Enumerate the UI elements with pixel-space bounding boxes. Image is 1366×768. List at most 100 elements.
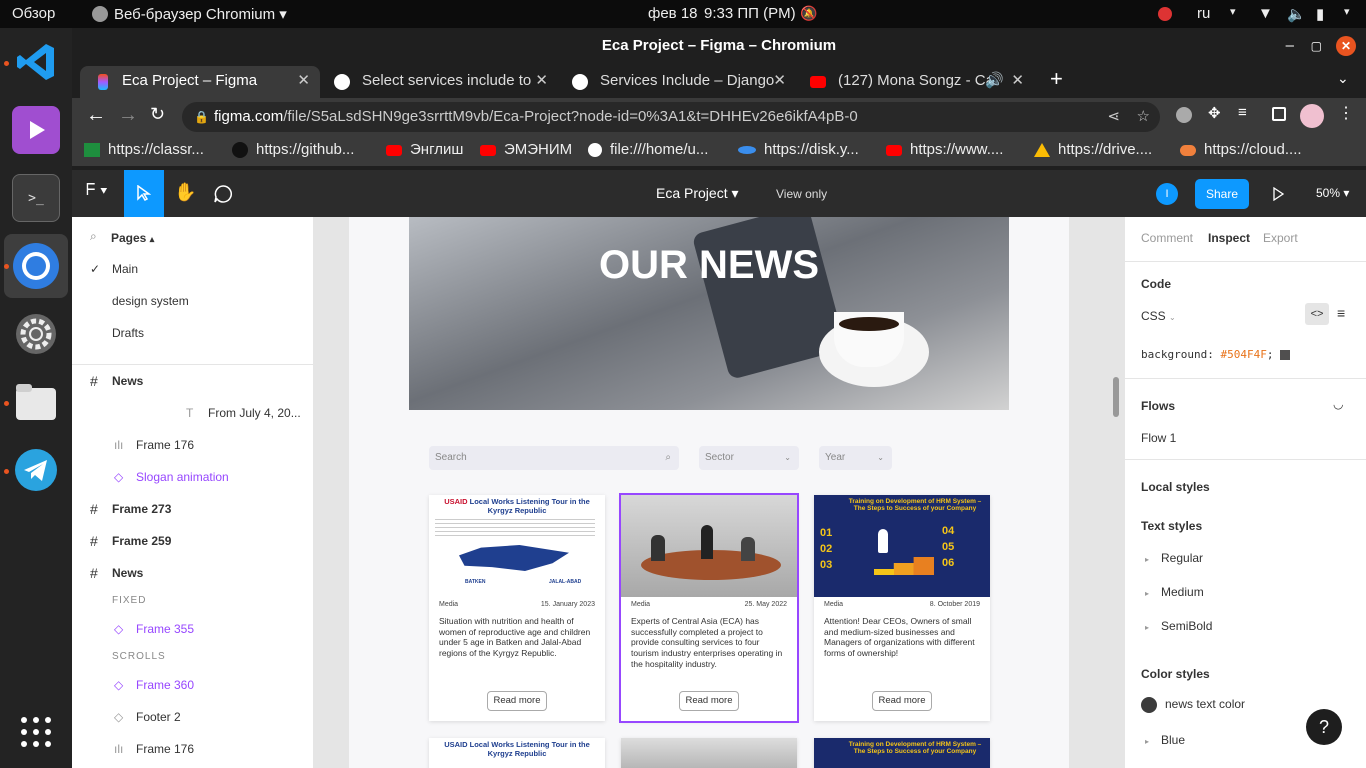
- help-button[interactable]: ?: [1306, 709, 1342, 745]
- tab-search-chevron-icon[interactable]: ⌄: [1337, 70, 1349, 87]
- tab-close-icon[interactable]: ✕: [1011, 66, 1024, 96]
- tab-youtube[interactable]: (127) Mona Songz - Са 🔊 ✕: [796, 66, 1034, 98]
- search-icon[interactable]: ⌕: [90, 229, 97, 244]
- layer-slogan-animation[interactable]: ◇ Slogan animation: [72, 461, 313, 493]
- pages-header[interactable]: Pages ▴: [111, 231, 154, 245]
- back-arrow-icon[interactable]: ←: [86, 104, 106, 127]
- settings-gear-icon[interactable]: [12, 310, 60, 358]
- tab-close-icon[interactable]: ✕: [297, 66, 310, 96]
- layer-text-from-july[interactable]: T From July 4, 20...: [72, 397, 313, 429]
- file-name-menu[interactable]: Eca Project ▾: [656, 185, 739, 202]
- layer-frame-273[interactable]: # Frame 273: [72, 493, 313, 525]
- layer-frame-176-2[interactable]: ılı Frame 176: [72, 733, 313, 765]
- text-style-regular[interactable]: ▸ Regular: [1145, 551, 1203, 565]
- design-year-select: Year ⌄: [819, 446, 892, 470]
- app-menu[interactable]: Веб-браузер Chromium ▾: [114, 5, 287, 23]
- maximize-icon[interactable]: ▢: [1311, 28, 1322, 64]
- side-panel-icon[interactable]: [1272, 107, 1286, 121]
- tab-export[interactable]: Export: [1263, 231, 1298, 245]
- language-indicator[interactable]: ru: [1197, 5, 1210, 22]
- address-bar[interactable]: 🔒 figma.com/file/S5aLsdSHN9ge3srrttM9vb/…: [182, 102, 1160, 132]
- new-tab-icon[interactable]: +: [1050, 66, 1063, 92]
- show-apps-grid-icon[interactable]: [12, 708, 60, 756]
- bookmark-github[interactable]: https://github...: [232, 141, 354, 159]
- share-button[interactable]: Share: [1195, 179, 1249, 209]
- tab-label: Eca Project – Figma: [122, 72, 258, 89]
- extension-icon[interactable]: [1176, 107, 1192, 123]
- color-style-news-text[interactable]: news text color: [1141, 697, 1245, 713]
- list-view-icon[interactable]: ≡: [1337, 305, 1345, 321]
- bookmark-drive[interactable]: https://drive....: [1034, 141, 1152, 158]
- tab-comment[interactable]: Comment: [1141, 231, 1193, 245]
- minimize-icon[interactable]: –: [1286, 28, 1294, 64]
- volume-icon[interactable]: 🔈: [1287, 5, 1306, 23]
- bookmark-disk[interactable]: https://disk.y...: [738, 141, 859, 158]
- tab-close-icon[interactable]: ✕: [773, 66, 786, 96]
- chromium-icon[interactable]: [12, 242, 60, 290]
- reload-icon[interactable]: ↻: [150, 104, 165, 125]
- comment-tool-icon[interactable]: [214, 185, 232, 203]
- tab-inspect[interactable]: Inspect: [1208, 231, 1250, 245]
- bookmark-classroom[interactable]: https://classr...: [84, 141, 204, 158]
- hand-tool-icon[interactable]: ✋: [174, 182, 196, 203]
- toolbar: ← → ↻ 🔒 figma.com/file/S5aLsdSHN9ge3srrt…: [72, 98, 1366, 136]
- figma-canvas[interactable]: OUR NEWS Search ⌕ Sector ⌄ Year ⌄ USAID Loc…: [313, 217, 1125, 768]
- code-view-icon[interactable]: <>: [1305, 303, 1329, 325]
- forward-arrow-icon[interactable]: →: [118, 104, 138, 127]
- battery-icon[interactable]: ▮: [1316, 5, 1324, 23]
- zoom-menu[interactable]: 50% ▾: [1316, 186, 1349, 200]
- dnd-bell-icon[interactable]: 🔕: [800, 5, 817, 22]
- bookmark-youtube[interactable]: https://www....: [886, 141, 1003, 158]
- text-style-semibold[interactable]: ▸ SemiBold: [1145, 619, 1212, 633]
- files-icon[interactable]: [12, 378, 60, 426]
- present-play-icon[interactable]: [1272, 187, 1284, 201]
- page-item-drafts[interactable]: Drafts: [72, 317, 313, 349]
- color-style-blue[interactable]: ▸ Blue: [1145, 733, 1185, 747]
- tab-figma[interactable]: Eca Project – Figma ✕: [80, 66, 320, 98]
- page-item-main[interactable]: ✓ Main: [72, 253, 313, 285]
- layer-frame-360[interactable]: ◇ Frame 360: [72, 669, 313, 701]
- terminal-icon[interactable]: >_: [12, 174, 60, 222]
- move-tool-button[interactable]: [124, 170, 164, 217]
- bookmark-file[interactable]: file:///home/u...: [588, 141, 708, 158]
- figma-main-menu-icon[interactable]: ᖴ ▾: [86, 182, 108, 200]
- hide-eye-icon[interactable]: ◡: [1333, 397, 1343, 411]
- layer-frame-176[interactable]: ılı Frame 176: [72, 429, 313, 461]
- tab-close-icon[interactable]: ✕: [535, 66, 548, 96]
- browser-menu-icon[interactable]: ⋮: [1338, 103, 1354, 123]
- bookmark-star-icon[interactable]: ☆: [1137, 102, 1150, 132]
- tab-django[interactable]: Services Include – Django ✕: [558, 66, 796, 98]
- coffee-shape: [839, 317, 899, 331]
- extensions-puzzle-icon[interactable]: ✥: [1208, 104, 1221, 122]
- component-diamond-icon: ◇: [114, 678, 124, 692]
- layer-news[interactable]: # News: [72, 365, 313, 397]
- bookmark-cloud[interactable]: https://cloud....: [1180, 141, 1302, 158]
- media-queue-icon[interactable]: ≡: [1238, 104, 1247, 121]
- share-page-icon[interactable]: ⋖: [1107, 102, 1120, 132]
- clock-time[interactable]: 9:33 ПП (PM): [704, 5, 796, 22]
- tab-audio-icon[interactable]: 🔊: [985, 66, 1004, 96]
- page-item-design-system[interactable]: design system: [72, 285, 313, 317]
- text-style-medium[interactable]: ▸ Medium: [1145, 585, 1204, 599]
- user-avatar[interactable]: I: [1156, 183, 1178, 205]
- telegram-icon[interactable]: [12, 446, 60, 494]
- profile-avatar[interactable]: [1300, 104, 1324, 128]
- activities-button[interactable]: Обзор: [12, 5, 55, 22]
- tab-select-services[interactable]: Select services include to ✕: [320, 66, 558, 98]
- vscode-icon[interactable]: [12, 38, 60, 86]
- tray-app-icon[interactable]: [1158, 7, 1172, 21]
- code-language-select[interactable]: CSS ⌄: [1141, 309, 1176, 323]
- media-player-icon[interactable]: [12, 106, 60, 154]
- flow-item[interactable]: Flow 1: [1141, 431, 1176, 445]
- system-menu-chevron-icon[interactable]: ▾: [1344, 5, 1350, 18]
- color-swatch: [1280, 350, 1291, 360]
- bookmark-english[interactable]: Энглиш: [386, 141, 463, 158]
- bookmark-eminem[interactable]: ЭМЭНИМ: [480, 141, 572, 158]
- clock-date[interactable]: фев 18: [648, 5, 698, 22]
- layer-frame-259[interactable]: # Frame 259: [72, 525, 313, 557]
- canvas-scrollbar[interactable]: [1113, 377, 1119, 417]
- search-icon: ⌕: [665, 452, 671, 463]
- close-window-icon[interactable]: ✕: [1336, 36, 1356, 56]
- layer-footer-2[interactable]: ◇ Footer 2: [72, 701, 313, 733]
- wifi-icon[interactable]: ▼: [1258, 5, 1273, 22]
